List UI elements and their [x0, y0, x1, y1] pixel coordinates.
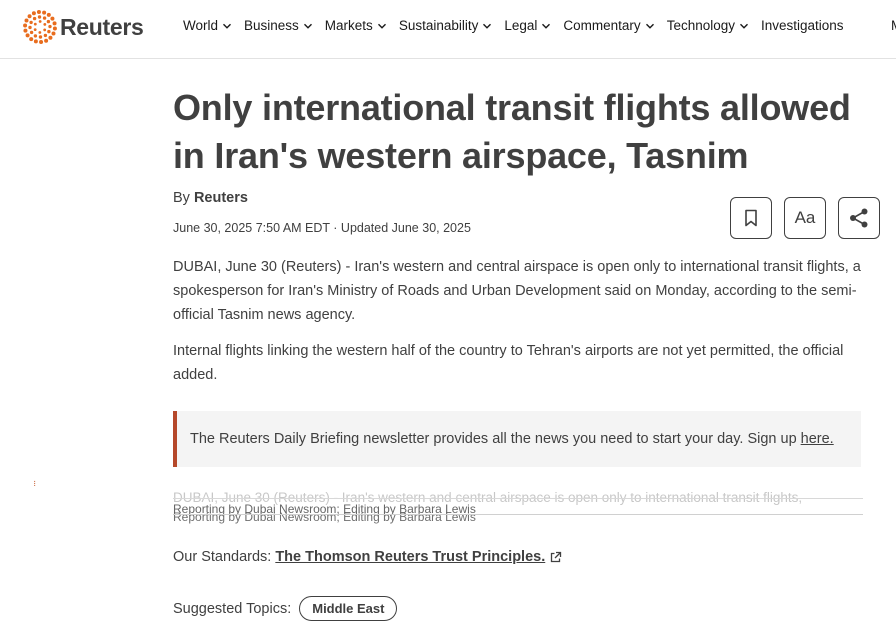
chevron-down-icon [645, 23, 654, 29]
bookmark-icon [745, 209, 757, 227]
newsletter-promo: The Reuters Daily Briefing newsletter pr… [173, 411, 861, 467]
nav-legal[interactable]: Legal [504, 18, 551, 33]
divider [173, 514, 863, 515]
main-nav: World Business Markets Sustainability Le… [183, 18, 856, 33]
text-size-button[interactable]: Aa [784, 197, 826, 239]
nav-label: Markets [324, 18, 373, 33]
newsletter-signup-link[interactable]: here. [801, 431, 834, 447]
bookmark-button[interactable] [730, 197, 772, 239]
site-header: Reuters World Business Markets Sustainab… [0, 0, 896, 59]
trust-principles-link[interactable]: The Thomson Reuters Trust Principles. [275, 549, 545, 565]
nav-technology[interactable]: Technology [667, 18, 749, 33]
nav-label: Investigations [761, 18, 844, 33]
chevron-down-icon [223, 23, 232, 29]
logo-wordmark: Reuters [60, 13, 144, 40]
nav-investigations[interactable]: Investigations [761, 18, 844, 33]
nav-sustainability[interactable]: Sustainability [399, 18, 493, 33]
nav-overflow-item[interactable]: M [891, 18, 896, 33]
reuters-logo[interactable]: Reuters [23, 10, 144, 44]
nav-label: World [183, 18, 219, 33]
nav-world[interactable]: World [183, 18, 232, 33]
decorative-dashes: · · · [33, 476, 38, 491]
byline-prefix: By [173, 190, 190, 206]
chevron-down-icon [542, 23, 551, 29]
chevron-down-icon [303, 23, 312, 29]
byline: By Reuters [173, 190, 248, 206]
reuters-logo-icon [23, 10, 57, 44]
chevron-down-icon [377, 23, 386, 29]
byline-author[interactable]: Reuters [194, 190, 248, 206]
topics-label: Suggested Topics: [173, 600, 292, 617]
nav-business[interactable]: Business [244, 18, 313, 33]
nav-label: Commentary [563, 18, 641, 33]
article-paragraph: DUBAI, June 30 (Reuters) - Iran's wester… [173, 259, 861, 323]
standards-line: Our Standards: The Thomson Reuters Trust… [173, 549, 562, 565]
suggested-topics: Suggested Topics: Middle East [173, 596, 398, 621]
article-date: June 30, 2025 7:50 AM EDT · Updated June… [173, 221, 471, 235]
credit-line: Reporting by Dubai Newsroom; Editing by … [173, 510, 476, 524]
article-paragraph: Internal flights linking the western hal… [173, 343, 844, 383]
nav-label: Business [244, 18, 299, 33]
newsletter-text: The Reuters Daily Briefing newsletter pr… [190, 431, 797, 447]
divider [173, 498, 863, 499]
external-link-icon [551, 551, 562, 562]
nav-markets[interactable]: Markets [325, 18, 387, 33]
share-button[interactable] [838, 197, 880, 239]
nav-commentary[interactable]: Commentary [563, 18, 654, 33]
standards-label: Our Standards: [173, 549, 272, 565]
chevron-down-icon [740, 23, 748, 29]
text-size-label: Aa [794, 208, 816, 227]
nav-label: Sustainability [398, 18, 479, 33]
share-icon [850, 208, 868, 228]
chevron-down-icon [483, 23, 492, 29]
render-artifact-text: DUBAI, June 30 (Reuters) - Iran's wester… [173, 490, 863, 526]
topic-chip-middle-east[interactable]: Middle East [299, 596, 398, 621]
article-headline: Only international transit flights allow… [173, 87, 851, 176]
nav-label: Technology [666, 18, 735, 33]
nav-label: Legal [504, 18, 538, 33]
